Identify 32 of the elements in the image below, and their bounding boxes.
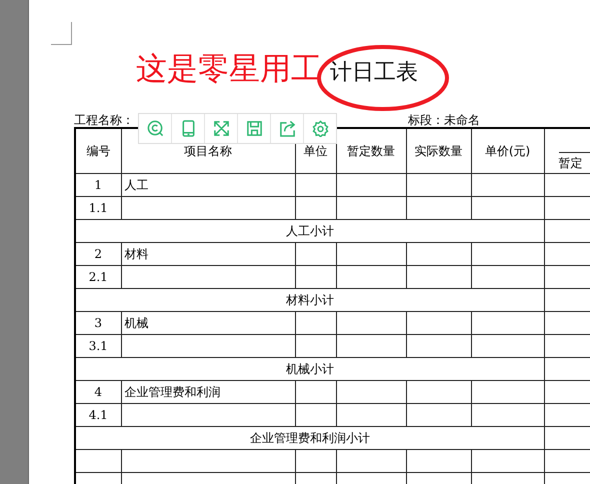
document-title: 计日工表 [330,59,418,87]
crop-mark [51,22,72,45]
annotation-text: 这是零星用工 [136,50,322,89]
table-cell: 1 [75,174,121,196]
table-cell [75,450,121,472]
table-cell: 4.1 [75,404,121,426]
save-icon[interactable] [246,120,262,137]
table-cell: 3 [75,312,121,334]
column-header: 单价(元) [471,128,544,174]
tablet-icon[interactable] [180,120,196,137]
table-cell: 3.1 [75,334,121,358]
table-cell: 2 [75,242,121,266]
subtotal-label: 企业管理费和利润小计 [75,426,544,450]
column-header: 实际数量 [406,128,471,174]
column-header: 编号 [75,128,121,174]
table-cell: 1.1 [75,196,121,220]
share-icon[interactable] [278,120,296,137]
subtotal-label: 人工小计 [75,220,544,242]
table-cell: 人工 [121,174,295,196]
table-cell: 机械 [121,312,295,334]
table-cell: 材料 [121,242,295,266]
table-cell: 4 [75,380,121,404]
table-cell: 企业管理费和利润 [121,380,295,404]
table-cell: 2.1 [75,266,121,288]
project-label: 工程名称： [74,113,134,127]
search-icon[interactable] [146,120,164,137]
subtotal-label: 材料小计 [75,288,544,312]
column-header: 暂定 [558,155,584,172]
settings-icon[interactable] [312,120,328,137]
fullscreen-icon[interactable] [212,120,230,137]
section-label: 标段：未命名 [408,113,480,127]
subtotal-label: 机械小计 [75,358,544,380]
